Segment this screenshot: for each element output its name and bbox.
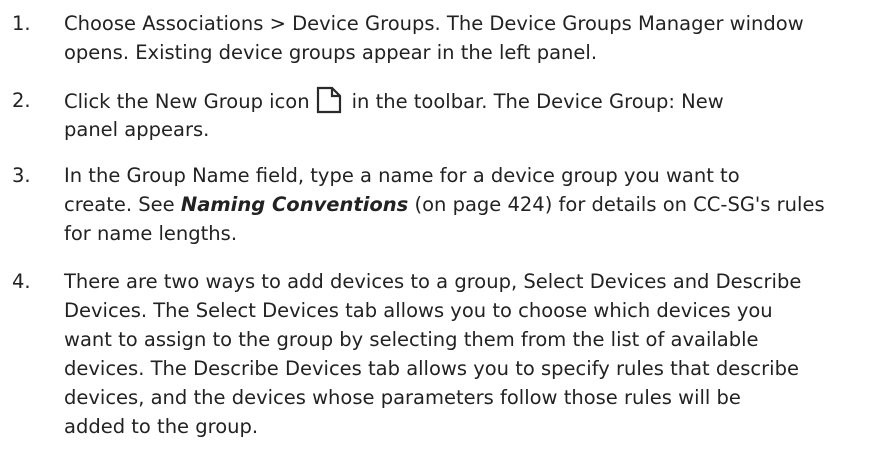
step-line: There are two ways to add devices to a g… [64,270,802,293]
step-text-before-icon: Click the New Group icon [64,90,310,113]
step-line: for name lengths. [64,222,238,245]
step-line: Devices. The Select Devices tab allows y… [64,299,773,322]
step-line: devices. The Describe Devices tab allows… [64,357,799,380]
step-number: 2. [12,89,31,112]
step-line: panel appears. [64,118,210,141]
step-number: 1. [12,12,31,35]
step-line: added to the group. [64,415,259,438]
step-line: opens. Existing device groups appear in … [64,41,598,64]
step-text: Click the New Group icon in the toolbar.… [64,86,876,144]
step-line: Choose Associations > Device Groups. The… [64,12,804,35]
new-document-icon [316,86,341,114]
step-text: In the Group Name field, type a name for… [64,161,876,248]
step-number: 3. [12,164,31,187]
step-text: create. See [64,193,181,216]
step-text: (on page 424) for details on CC-SG's rul… [408,193,825,216]
step-text-after-icon: in the toolbar. The Device Group: New [351,90,724,113]
step-line: In the Group Name field, type a name for… [64,164,740,187]
step-line: want to assign to the group by selecting… [64,328,759,351]
procedure-document: 1. Choose Associations > Device Groups. … [0,0,881,463]
naming-conventions-link[interactable]: Naming Conventions [181,193,408,216]
step-text: Choose Associations > Device Groups. The… [64,9,876,67]
step-number: 4. [12,270,31,293]
step-line: devices, and the devices whose parameter… [64,386,741,409]
step-text: There are two ways to add devices to a g… [64,267,876,441]
